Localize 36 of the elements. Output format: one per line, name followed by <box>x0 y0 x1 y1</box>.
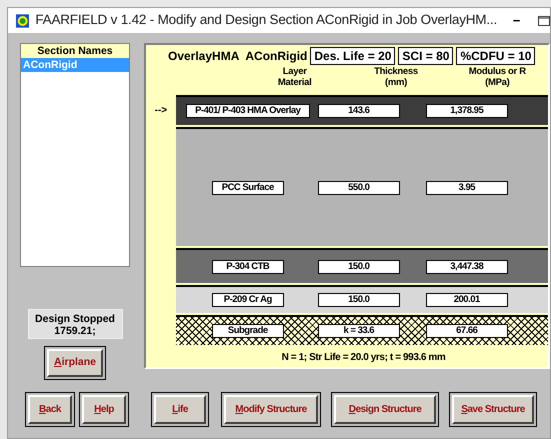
command-button[interactable]: Back <box>28 395 72 424</box>
thickness-field[interactable]: 150.0 <box>318 293 400 307</box>
thickness-field[interactable]: 550.0 <box>318 180 400 194</box>
column-heading: Modulus or R (MPa) <box>468 66 527 90</box>
modulus-field[interactable]: 1,378.95 <box>426 104 508 118</box>
current-layer-marker: --> <box>154 104 168 118</box>
minimize-button[interactable]: − <box>509 10 524 30</box>
header-field: SCI = 80 <box>398 47 454 65</box>
thickness-field[interactable]: 150.0 <box>318 260 400 274</box>
material-field[interactable]: P-209 Cr Ag <box>212 293 284 307</box>
material-field[interactable]: Subgrade <box>212 324 284 338</box>
header-field: %CDFU = 10 <box>456 47 536 65</box>
list-heading: Section Names <box>21 44 129 58</box>
command-button[interactable]: Modify Structure <box>224 395 318 424</box>
modulus-field[interactable]: 200.01 <box>426 293 508 307</box>
header-field: Des. Life = 20 <box>310 47 396 65</box>
modulus-field[interactable]: 3.95 <box>426 180 508 194</box>
column-heading: Thickness (mm) <box>373 66 419 90</box>
material-field[interactable]: P-304 CTB <box>212 260 284 274</box>
material-field[interactable]: P-401/ P-403 HMA Overlay <box>186 104 310 118</box>
thickness-field[interactable]: 143.6 <box>318 104 400 118</box>
summary-text: N = 1; Str Life = 20.0 yrs; t = 993.6 mm <box>280 351 446 365</box>
column-heading: Layer Material <box>276 66 312 90</box>
modulus-field[interactable]: 67.66 <box>426 324 508 338</box>
command-button[interactable]: Save Structure <box>452 395 534 424</box>
modulus-field[interactable]: 3,447.38 <box>426 260 508 274</box>
job-name: OverlayHMA <box>168 48 240 65</box>
section-name: AConRigid <box>245 48 308 65</box>
command-button[interactable]: Design Structure <box>334 395 436 424</box>
material-field[interactable]: PCC Surface <box>212 180 284 194</box>
command-button[interactable]: Life <box>154 395 206 424</box>
window-title: FAARFIELD v 1.42 - Modify and Design Section AConRigid in Job OverlayHM... <box>35 11 497 30</box>
thickness-field[interactable]: k = 33.6 <box>318 324 400 338</box>
command-button[interactable]: Help <box>82 395 126 424</box>
airplane-button[interactable]: Airplane <box>47 349 103 377</box>
design-status: Design Stopped 1759.21; <box>28 309 122 339</box>
